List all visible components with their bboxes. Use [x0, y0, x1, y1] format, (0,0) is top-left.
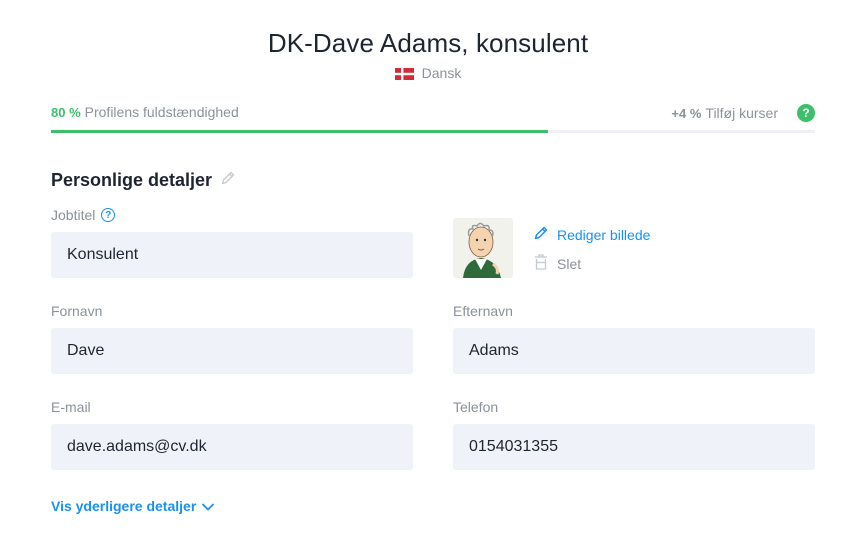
- pencil-icon[interactable]: [220, 170, 236, 191]
- progress-label: Profilens fuldstændighed: [84, 104, 239, 120]
- question-circle-icon[interactable]: ?: [797, 104, 815, 122]
- jobtitle-value: Konsulent: [67, 246, 139, 263]
- edit-photo-label: Rediger billede: [557, 226, 651, 243]
- pencil-icon: [533, 225, 549, 244]
- firstname-field[interactable]: Dave: [51, 328, 413, 374]
- profile-progress: 80 % Profilens fuldstændighed +4 % Tilfø…: [51, 104, 815, 124]
- add-courses-link[interactable]: Tilføj kurser: [705, 105, 778, 121]
- help-icon[interactable]: ?: [101, 208, 116, 222]
- trash-icon: [533, 253, 549, 274]
- delete-photo-button[interactable]: Slet: [533, 253, 581, 274]
- jobtitle-label-text: Jobtitel: [51, 207, 96, 223]
- lastname-label: Efternavn: [453, 303, 513, 319]
- phone-value: 0154031355: [469, 438, 558, 455]
- lastname-value: Adams: [469, 342, 519, 359]
- progress-bar-fill: [51, 130, 548, 133]
- bonus-percent: +4 %: [671, 105, 702, 121]
- show-more-details-label: Vis yderligere detaljer: [51, 498, 197, 514]
- firstname-label: Fornavn: [51, 303, 103, 319]
- edit-photo-button[interactable]: Rediger billede: [533, 225, 650, 244]
- section-title: Personlige detaljer: [51, 170, 236, 191]
- profile-photo[interactable]: [453, 218, 513, 278]
- section-title-text: Personlige detaljer: [51, 170, 213, 190]
- progress-percent: 80 %: [51, 105, 81, 120]
- delete-photo-label: Slet: [557, 255, 582, 272]
- email-field[interactable]: dave.adams@cv.dk: [51, 424, 413, 470]
- progress-bar: [51, 130, 815, 133]
- chevron-down-icon: [202, 498, 215, 514]
- show-more-details-link[interactable]: Vis yderligere detaljer: [51, 498, 215, 514]
- language-indicator: Dansk: [0, 65, 856, 81]
- firstname-value: Dave: [67, 342, 105, 359]
- email-label: E-mail: [51, 399, 91, 415]
- jobtitle-field[interactable]: Konsulent: [51, 232, 413, 278]
- email-value: dave.adams@cv.dk: [67, 438, 207, 455]
- phone-field[interactable]: 0154031355: [453, 424, 815, 470]
- jobtitle-label: Jobtitel ?: [51, 207, 116, 223]
- lastname-field[interactable]: Adams: [453, 328, 815, 374]
- denmark-flag-icon: [394, 67, 414, 80]
- language-label: Dansk: [421, 65, 462, 81]
- phone-label: Telefon: [453, 399, 499, 415]
- page-title: DK-Dave Adams, konsulent: [267, 28, 589, 58]
